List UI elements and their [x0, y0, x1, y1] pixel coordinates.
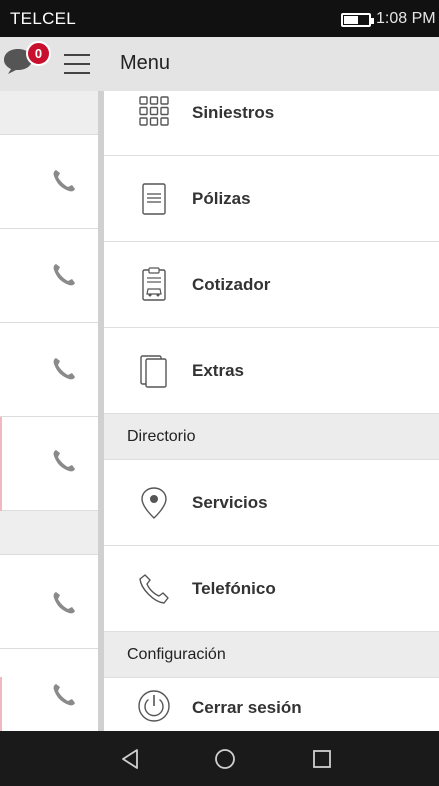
recents-icon[interactable] — [310, 747, 334, 771]
carrier-label: TELCEL — [10, 9, 77, 28]
battery-level — [344, 16, 358, 24]
menu-item-label: Extras — [192, 361, 244, 380]
hamburger-menu-icon[interactable] — [64, 54, 90, 74]
menu-item-siniestros[interactable]: Siniestros — [104, 91, 439, 156]
status-bar: TELCEL 1:08 PM — [0, 0, 439, 37]
battery-icon — [341, 13, 374, 27]
phone-icon[interactable] — [50, 355, 78, 383]
background-list-item[interactable] — [0, 135, 98, 229]
navigation-drawer: Menu Siniestros Pólizas Cotizador Extras… — [104, 37, 439, 731]
accent-marker — [0, 417, 2, 511]
menu-item-cerrar-sesion[interactable]: Cerrar sesión — [104, 678, 439, 731]
menu-item-label: Cotizador — [192, 275, 271, 294]
document-icon — [142, 183, 166, 215]
menu-item-servicios[interactable]: Servicios — [104, 460, 439, 546]
menu-item-telefonico[interactable]: Telefónico — [104, 546, 439, 632]
background-list-item — [0, 511, 98, 555]
section-label: Directorio — [127, 428, 196, 445]
menu-item-label: Pólizas — [192, 189, 251, 208]
menu-item-extras[interactable]: Extras — [104, 328, 439, 414]
section-header-configuracion: Configuración — [104, 632, 439, 678]
phone-icon[interactable] — [50, 681, 78, 709]
phone-icon[interactable] — [50, 261, 78, 289]
menu-item-polizas[interactable]: Pólizas — [104, 156, 439, 242]
phone-icon[interactable] — [50, 447, 78, 475]
location-pin-icon — [141, 487, 167, 519]
menu-item-cotizador[interactable]: Cotizador — [104, 242, 439, 328]
background-list-item — [0, 91, 98, 135]
background-list-item[interactable] — [0, 649, 98, 731]
phone-icon — [139, 574, 169, 604]
car-quote-icon — [142, 267, 166, 301]
drawer-title: Menu — [120, 52, 171, 74]
background-header: 0 — [0, 37, 104, 91]
power-icon — [138, 690, 170, 722]
menu-item-label: Cerrar sesión — [192, 698, 302, 717]
home-icon[interactable] — [213, 747, 237, 771]
back-icon[interactable] — [118, 747, 142, 771]
phone-icon[interactable] — [50, 167, 78, 195]
menu-item-label: Servicios — [192, 493, 268, 512]
background-list-item[interactable] — [0, 323, 98, 417]
background-list-item[interactable] — [0, 229, 98, 323]
drawer-header: Menu — [104, 37, 439, 91]
background-list-item[interactable] — [0, 555, 98, 649]
phone-icon[interactable] — [50, 589, 78, 617]
menu-item-label: Telefónico — [192, 579, 276, 598]
clock: 1:08 PM — [376, 10, 436, 27]
accent-marker — [0, 677, 2, 731]
background-list-item[interactable] — [0, 417, 98, 511]
notification-badge: 0 — [26, 41, 51, 66]
section-header-directorio: Directorio — [104, 414, 439, 460]
grid-icon — [139, 96, 169, 126]
section-label: Configuración — [127, 646, 226, 663]
pages-icon — [140, 355, 167, 388]
menu-item-label: Siniestros — [192, 103, 275, 122]
system-navigation-bar — [0, 731, 439, 786]
background-list-panel: 0 — [0, 37, 104, 731]
